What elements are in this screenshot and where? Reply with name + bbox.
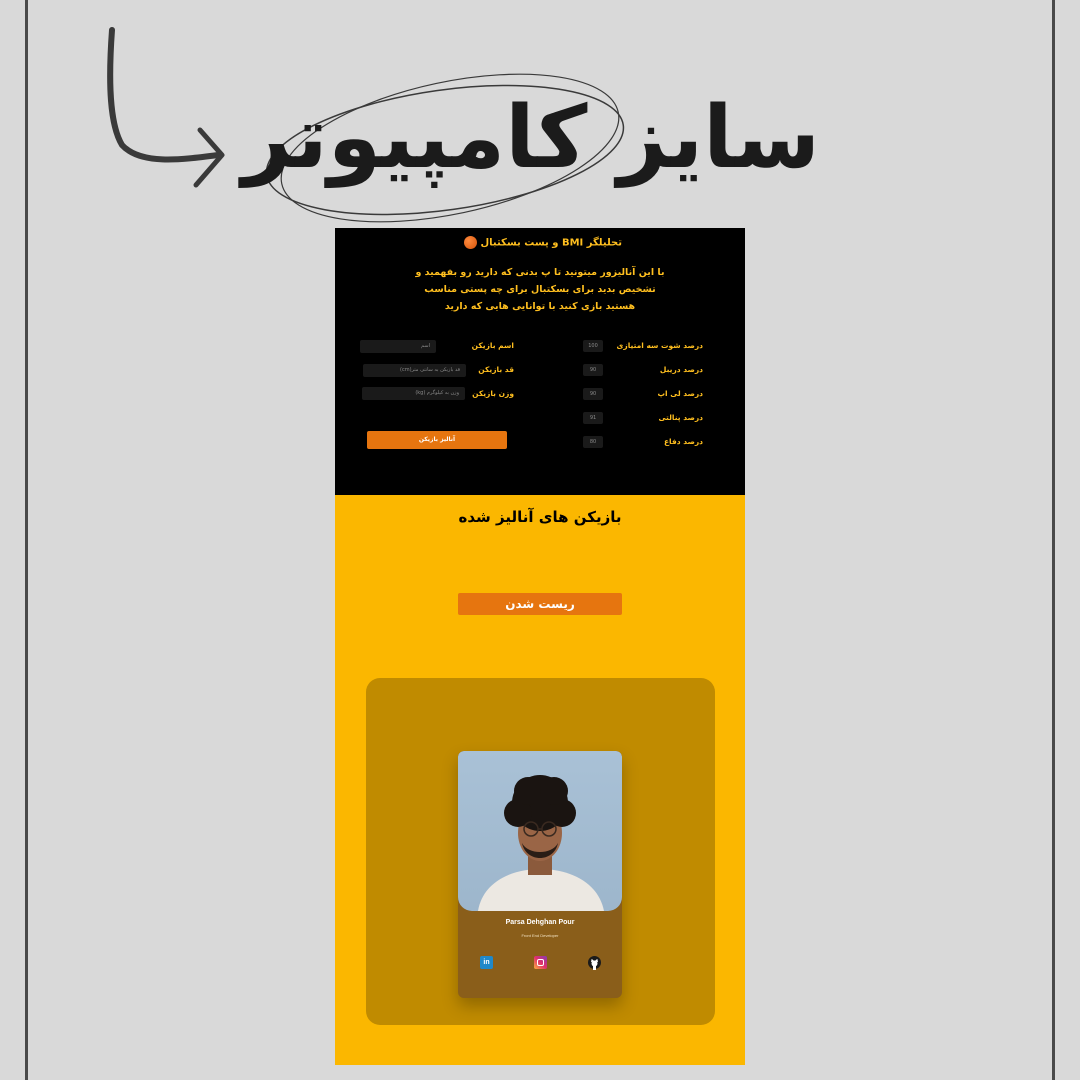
frame-border-right bbox=[1052, 0, 1055, 1080]
github-icon[interactable] bbox=[588, 956, 601, 970]
field-label-height: قد بازیکن bbox=[478, 365, 514, 374]
profile-card: Parsa Dehghan Pour Front End Developer i… bbox=[458, 751, 622, 998]
stat-input-three-point[interactable]: 100 bbox=[583, 340, 603, 352]
stat-input-defense[interactable]: 80 bbox=[583, 436, 603, 448]
headline: سایز کامپیوتر bbox=[241, 70, 822, 223]
basketball-icon bbox=[463, 236, 477, 249]
stat-label-penalty: درصد پنالتی bbox=[658, 413, 703, 422]
app-screenshot: تحلیلگر BMI و پست بسکتبال با این آنالیزو… bbox=[335, 228, 745, 1065]
app-title: تحلیلگر BMI و پست بسکتبال bbox=[480, 237, 623, 249]
frame-border-left bbox=[25, 0, 28, 1080]
stat-input-penalty[interactable]: 91 bbox=[583, 412, 603, 424]
stat-label-layup: درصد لی اپ bbox=[657, 389, 703, 398]
profile-role: Front End Developer bbox=[521, 933, 559, 938]
linkedin-icon[interactable]: in bbox=[480, 956, 493, 969]
stat-input-layup[interactable]: 90 bbox=[583, 388, 603, 400]
hand-drawn-arrow-icon bbox=[107, 27, 225, 188]
app-title-row: تحلیلگر BMI و پست بسکتبال bbox=[335, 236, 745, 249]
stat-label-dribble: درصد دریبل bbox=[659, 365, 703, 374]
instagram-icon[interactable] bbox=[534, 956, 547, 969]
stat-label-three-point: درصد شوت سه امتیازی bbox=[616, 341, 703, 350]
analyzed-players-heading: بازیکن های آنالیز شده bbox=[458, 508, 622, 526]
field-label-name: اسم بازیکن bbox=[471, 341, 514, 350]
profile-photo bbox=[458, 751, 622, 911]
headline-title: سایز کامپیوتر bbox=[241, 88, 822, 188]
stat-input-dribble[interactable]: 90 bbox=[583, 364, 603, 376]
player-height-input[interactable]: قد بازیکن به سانتی متر(cm) bbox=[363, 364, 466, 377]
app-header-section: تحلیلگر BMI و پست بسکتبال با این آنالیزو… bbox=[335, 228, 745, 495]
player-weight-input[interactable]: وزن به کیلوگرم (kg) bbox=[362, 387, 465, 400]
app-intro: با این آنالیزور میتونید تا پ بدنی که دار… bbox=[415, 267, 665, 312]
analyze-player-button[interactable]: آنالیز بازیکن bbox=[367, 431, 507, 449]
field-label-weight: وزن بازیکن bbox=[472, 389, 514, 398]
player-name-input[interactable]: اسم bbox=[360, 340, 436, 353]
stat-label-defense: درصد دفاع bbox=[663, 437, 703, 446]
profile-name: Parsa Dehghan Pour bbox=[505, 919, 575, 926]
reset-button[interactable]: ریست شدن bbox=[458, 593, 622, 615]
person-avatar-icon bbox=[478, 775, 604, 911]
profile-panel: Parsa Dehghan Pour Front End Developer i… bbox=[366, 678, 715, 1025]
